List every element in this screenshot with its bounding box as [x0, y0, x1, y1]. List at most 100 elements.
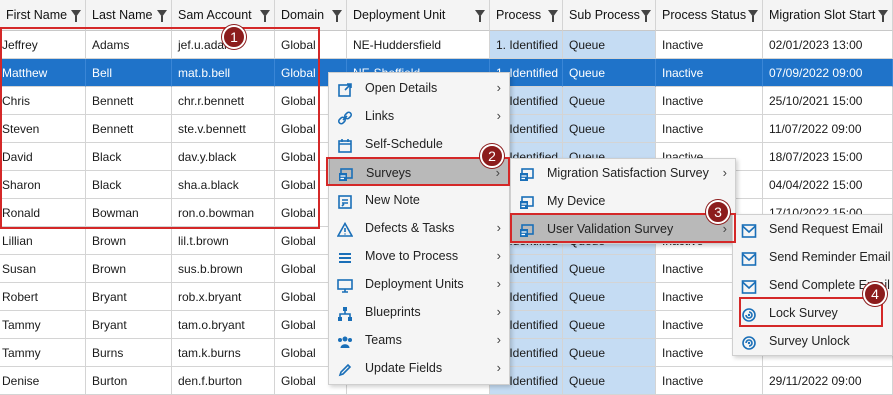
cell-status[interactable]: Inactive — [656, 87, 763, 115]
cell-slot[interactable]: 25/10/2021 15:00 — [763, 87, 893, 115]
cell-first[interactable]: Denise — [0, 367, 86, 395]
chevron-right-icon: › — [496, 248, 501, 263]
cell-sub[interactable]: Queue — [563, 31, 656, 59]
cell-sub[interactable]: Queue — [563, 87, 656, 115]
annotation-box-user-validation — [510, 213, 736, 243]
cell-status[interactable]: Inactive — [656, 367, 763, 395]
column-header-label: Last Name — [92, 8, 153, 22]
menu-item-new-note[interactable]: New Note — [329, 186, 509, 214]
menu-item-label: Survey Unlock — [769, 334, 850, 348]
column-header-deployment-unit[interactable]: Deployment Unit — [347, 0, 490, 31]
warning-icon — [336, 220, 354, 237]
survey-icon — [519, 165, 535, 181]
filter-icon[interactable] — [548, 10, 558, 22]
cell-last[interactable]: Bryant — [86, 311, 172, 339]
cell-first[interactable]: Robert — [0, 283, 86, 311]
column-header-process-status[interactable]: Process Status — [656, 0, 763, 31]
cell-sub[interactable]: Queue — [563, 367, 656, 395]
column-header-sub-process[interactable]: Sub Process — [563, 0, 656, 31]
chevron-right-icon: › — [496, 332, 501, 347]
menu-item-label: Migration Satisfaction Survey — [547, 166, 709, 180]
filter-icon[interactable] — [157, 10, 167, 22]
cell-last[interactable]: Burns — [86, 339, 172, 367]
pencil-icon — [337, 360, 353, 377]
cell-first[interactable]: Susan — [0, 255, 86, 283]
submenu-item-survey-unlock[interactable]: Survey Unlock — [733, 327, 892, 355]
cell-status[interactable]: Inactive — [656, 59, 763, 87]
column-header-process[interactable]: Process — [490, 0, 563, 31]
filter-icon[interactable] — [878, 10, 888, 22]
submenu-item-send-reminder-email[interactable]: Send Reminder Email — [733, 243, 892, 271]
cell-sam[interactable]: tam.k.burns — [172, 339, 275, 367]
column-header-migration-slot-start[interactable]: Migration Slot Start — [763, 0, 893, 31]
cell-last[interactable]: Burton — [86, 367, 172, 395]
cell-sub[interactable]: Queue — [563, 339, 656, 367]
link-icon — [337, 108, 353, 125]
menu-item-links[interactable]: Links › — [329, 102, 509, 130]
cell-slot[interactable]: 11/07/2022 09:00 — [763, 115, 893, 143]
cell-sub[interactable]: Queue — [563, 283, 656, 311]
cell-sam[interactable]: lil.t.brown — [172, 227, 275, 255]
filter-icon[interactable] — [748, 10, 758, 22]
filter-icon[interactable] — [332, 10, 342, 22]
cell-first[interactable]: Tammy — [0, 339, 86, 367]
calendar-icon — [337, 136, 353, 153]
cell-status[interactable]: Inactive — [656, 31, 763, 59]
email-icon — [741, 277, 757, 294]
filter-icon[interactable] — [475, 10, 485, 22]
menu-item-label: Teams — [365, 333, 402, 347]
cell-status[interactable]: Inactive — [656, 115, 763, 143]
cell-process[interactable]: 1. Identified — [490, 31, 563, 59]
cell-first[interactable]: Tammy — [0, 311, 86, 339]
cell-sam[interactable]: tam.o.bryant — [172, 311, 275, 339]
menu-item-label: Links — [365, 109, 395, 123]
survey-icon — [519, 193, 535, 209]
menu-item-label: Update Fields — [365, 361, 443, 375]
menu-item-update-fields[interactable]: Update Fields › — [329, 354, 509, 382]
cell-sub[interactable]: Queue — [563, 59, 656, 87]
open-details-icon — [337, 80, 353, 97]
column-header-label: Migration Slot Start — [769, 8, 876, 22]
submenu-item-migration-satisfaction-survey[interactable]: Migration Satisfaction Survey › — [511, 159, 735, 187]
cell-sam[interactable]: den.f.burton — [172, 367, 275, 395]
step-badge-1: 1 — [222, 25, 246, 49]
cell-sam[interactable]: rob.x.bryant — [172, 283, 275, 311]
submenu-item-my-device[interactable]: My Device — [511, 187, 735, 215]
cell-sub[interactable]: Queue — [563, 311, 656, 339]
filter-icon[interactable] — [71, 10, 81, 22]
cell-last[interactable]: Brown — [86, 227, 172, 255]
cell-first[interactable]: Lillian — [0, 227, 86, 255]
teams-icon — [337, 332, 353, 348]
cell-sam[interactable]: sus.b.brown — [172, 255, 275, 283]
annotation-box-lock-survey — [739, 297, 883, 327]
column-header-label: Process Status — [662, 8, 747, 22]
menu-item-deployment-units[interactable]: Deployment Units › — [329, 270, 509, 298]
deployment-icon — [337, 276, 353, 293]
chevron-right-icon: › — [496, 80, 501, 95]
filter-icon[interactable] — [641, 10, 651, 22]
cell-slot[interactable]: 04/04/2022 15:00 — [763, 171, 893, 199]
cell-slot[interactable]: 29/11/2022 09:00 — [763, 367, 893, 395]
unlock-icon — [741, 333, 757, 350]
email-icon — [741, 249, 757, 266]
menu-item-label: Move to Process — [365, 249, 459, 263]
submenu-item-send-request-email[interactable]: Send Request Email — [733, 215, 892, 243]
menu-item-move-to-process[interactable]: Move to Process › — [329, 242, 509, 270]
cell-last[interactable]: Bryant — [86, 283, 172, 311]
menu-item-teams[interactable]: Teams › — [329, 326, 509, 354]
cell-slot[interactable]: 18/07/2023 15:00 — [763, 143, 893, 171]
menu-item-defects-tasks[interactable]: Defects & Tasks › — [329, 214, 509, 242]
menu-item-open-details[interactable]: Open Details › — [329, 74, 509, 102]
note-icon — [337, 192, 353, 209]
grid-header: First Name Last Name Sam Account Domain … — [0, 0, 893, 31]
chevron-right-icon: › — [496, 220, 501, 235]
cell-sub[interactable]: Queue — [563, 115, 656, 143]
cell-last[interactable]: Brown — [86, 255, 172, 283]
cell-sub[interactable]: Queue — [563, 255, 656, 283]
cell-unit[interactable]: NE-Huddersfield — [347, 31, 490, 59]
cell-slot[interactable]: 02/01/2023 13:00 — [763, 31, 893, 59]
menu-item-blueprints[interactable]: Blueprints › — [329, 298, 509, 326]
column-header-label: First Name — [6, 8, 68, 22]
filter-icon[interactable] — [260, 10, 270, 22]
cell-slot[interactable]: 07/09/2022 09:00 — [763, 59, 893, 87]
